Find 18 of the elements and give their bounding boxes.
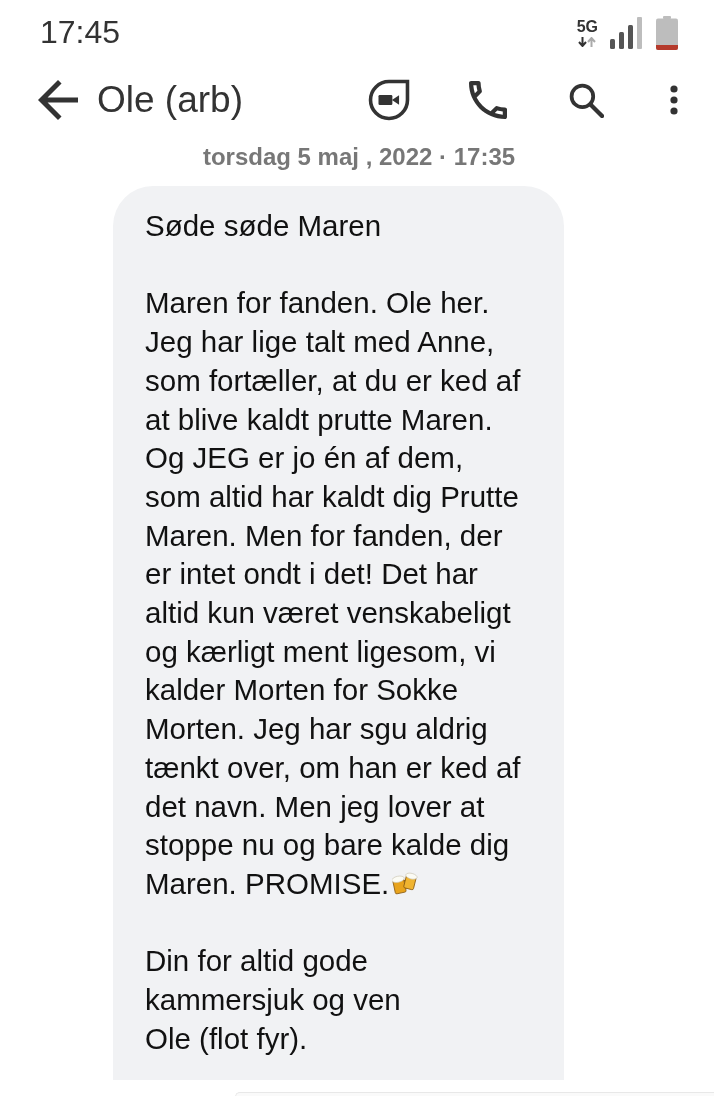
back-arrow-icon <box>38 80 78 120</box>
back-button[interactable] <box>36 78 80 122</box>
data-arrows-icon <box>578 37 597 47</box>
call-button[interactable] <box>466 78 510 122</box>
search-icon <box>568 82 604 118</box>
message-text: Din for altid gode kammersjuk og ven Ole (flot fyr). <box>145 944 401 1055</box>
video-camera-icon <box>368 79 410 121</box>
battery-icon <box>656 16 678 50</box>
network-type-label: 5G <box>576 19 598 35</box>
status-time: 17:45 <box>40 14 121 50</box>
date-label: torsdag 5 maj , 2022 · 17:35 <box>202 142 516 172</box>
message-text: Maren for fanden. Ole her. Jeg har lige talt med Anne, som fortæller, at du er ked af at blive kaldt prutte Maren. Og JEG er jo én af dem, som altid har kaldt dig Prutte Maren. Men for fanden, der er intet ondt i det! Det har altid kun været venskabeligt og kærligt ment ligesom, vi kalder Morten for Sokke Morten. Jeg har sgu aldrig tænkt over, om han er ked af det navn. Men jeg lover at stoppe nu og bare kalde dig Maren. PROMISE. <box>145 286 521 900</box>
message-text: Søde søde Maren <box>145 209 382 242</box>
contact-name: Ole (arb) <box>97 78 243 122</box>
signal-icon <box>610 17 644 49</box>
more-options-icon <box>670 85 678 115</box>
video-call-button[interactable] <box>367 78 411 122</box>
phone-icon <box>469 81 507 119</box>
